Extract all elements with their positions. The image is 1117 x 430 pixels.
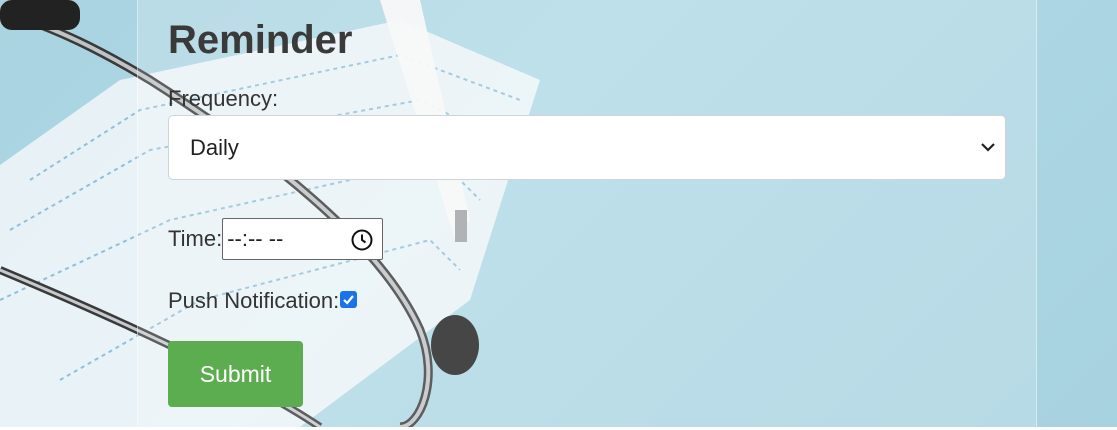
chevron-down-icon — [981, 143, 995, 152]
time-label: Time: — [168, 225, 223, 251]
push-notification-checkbox[interactable] — [340, 290, 358, 308]
frequency-select-value: Daily — [190, 134, 239, 160]
push-notification-label: Push Notification: — [168, 288, 340, 313]
check-icon — [343, 294, 355, 305]
time-row: Time: --:-- -- — [168, 218, 384, 260]
time-input-value: --:-- -- — [227, 226, 284, 251]
clock-icon[interactable] — [350, 228, 374, 252]
frequency-label: Frequency: — [168, 86, 279, 111]
page-title: Reminder — [168, 18, 353, 62]
push-notification-row: Push Notification: — [168, 288, 358, 314]
time-input[interactable]: --:-- -- — [222, 218, 384, 260]
submit-button[interactable]: Submit — [168, 341, 303, 407]
frequency-select[interactable]: Daily — [168, 115, 1006, 180]
